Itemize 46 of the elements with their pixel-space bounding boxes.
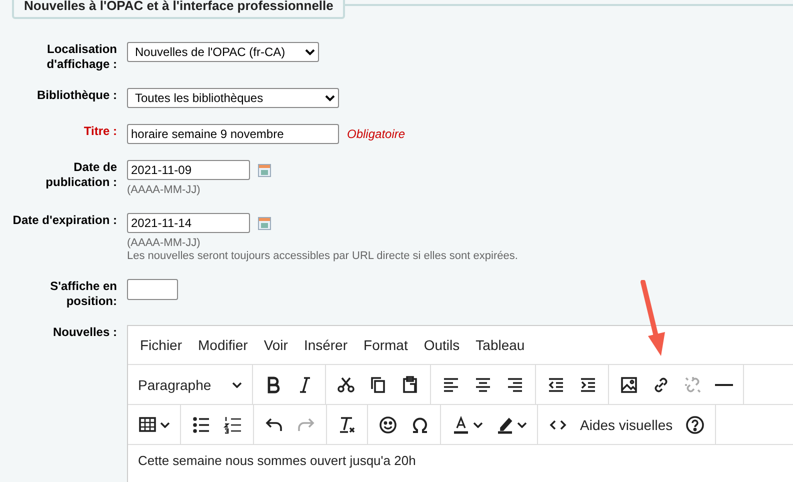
section-legend: Nouvelles à l'OPAC et à l'interface professionnelle — [12, 0, 346, 19]
menu-item[interactable]: Fichier — [132, 333, 190, 357]
caret-icon — [517, 422, 527, 428]
field-label: Titre : — [84, 124, 117, 140]
table-icon — [138, 414, 158, 434]
field-label: Date d'expiration : — [12, 213, 117, 229]
paragraph-dropdown[interactable]: Paragraphe — [132, 370, 248, 400]
date-field[interactable]: 2021-11-09 — [127, 160, 250, 180]
image-icon — [619, 374, 639, 394]
caret-icon — [160, 422, 170, 428]
menu-item[interactable]: Insérer — [296, 333, 356, 357]
broken-link-icon — [683, 374, 703, 394]
menu-item[interactable]: Tableau — [468, 333, 533, 357]
dropdown[interactable]: Nouvelles de l'OPAC (fr-CA) — [127, 42, 319, 62]
date-field[interactable]: 2021-11-14 — [127, 213, 250, 233]
text-color-icon — [451, 414, 471, 434]
visual-aids-button[interactable]: Aides visuelles — [574, 410, 679, 440]
field-label: Bibliothèque : — [37, 88, 117, 104]
menu-item[interactable]: Modifier — [190, 333, 256, 357]
menu-item[interactable]: Format — [356, 333, 416, 357]
text-field[interactable] — [127, 279, 178, 300]
caret-icon — [232, 382, 242, 388]
menu-item[interactable]: Outils — [416, 333, 468, 357]
scissors-icon — [336, 374, 356, 394]
menu-item[interactable]: Voir — [256, 333, 296, 357]
clear-format-icon — [337, 414, 357, 434]
caret-icon — [473, 422, 483, 428]
bullet-list-icon — [191, 414, 211, 434]
hint-text: Les nouvelles seront toujours accessibles par URL directe si elles sont expirées. — [127, 250, 519, 263]
editor-text: Cette semaine nous sommes ouvert jusqu'a 20h — [137, 452, 417, 470]
horizontal-line-icon — [715, 384, 733, 386]
hint-text: (AAAA-MM-JJ) — [127, 237, 202, 250]
smiley-icon — [378, 414, 398, 434]
rich-text-editor[interactable]: Fichier Modifier Voir Insérer Format Outils Tableau Paragraphe Aides visuelles Cette semaine nous sommes ouvert jusqu'a 20h — [127, 325, 793, 482]
field-label: S'affiche en position: — [50, 279, 117, 309]
field-label: Date de publication : — [46, 160, 117, 191]
clipboard-icon — [400, 374, 420, 394]
field-label: Nouvelles : — [52, 325, 117, 341]
field-label: Localisation d'affichage : — [46, 42, 117, 72]
required-note: Obligatoire — [347, 127, 406, 141]
numbered-list-icon — [223, 414, 243, 434]
hint-text: (AAAA-MM-JJ) — [127, 184, 202, 197]
help-icon — [684, 414, 705, 434]
text-field[interactable]: horaire semaine 9 novembre — [127, 124, 339, 144]
dropdown[interactable]: Toutes les bibliothèques — [127, 88, 339, 108]
copy-icon — [368, 374, 388, 394]
